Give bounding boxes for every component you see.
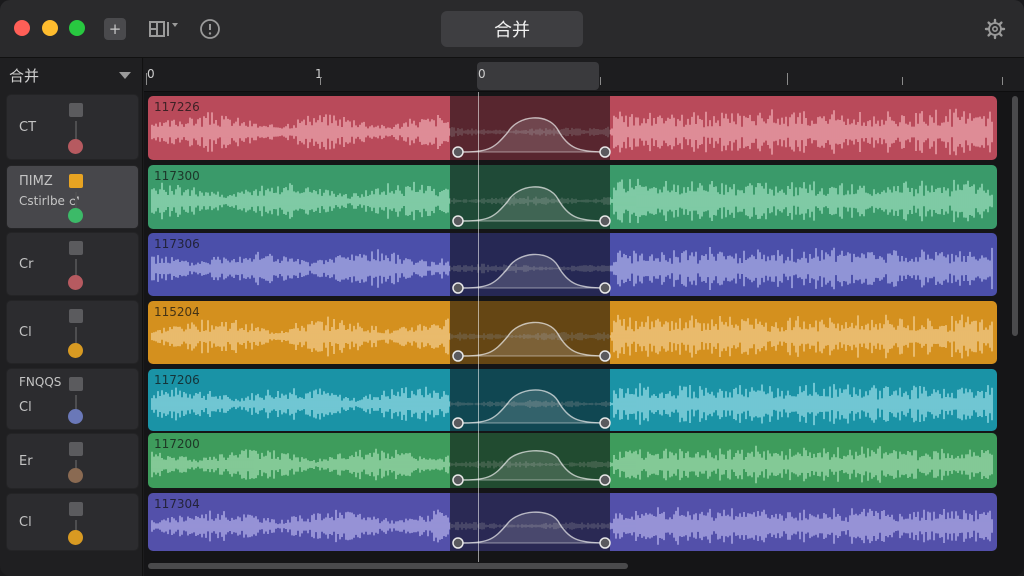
track-name: Cr xyxy=(19,257,34,272)
track-solo-toggle[interactable] xyxy=(69,174,83,188)
track-name: Cl xyxy=(19,400,32,415)
track-header[interactable]: Er xyxy=(6,433,139,489)
window-title: 合并 xyxy=(441,11,583,47)
track-solo-toggle[interactable] xyxy=(69,103,83,117)
crossfade-handle[interactable] xyxy=(452,474,464,486)
plus-icon: + xyxy=(108,20,122,38)
track-solo-toggle[interactable] xyxy=(69,241,83,255)
ruler-label: 1 xyxy=(315,67,323,81)
ruler-tick xyxy=(1002,77,1003,85)
crossfade-handle[interactable] xyxy=(599,537,611,549)
crossfade-handle[interactable] xyxy=(599,417,611,429)
track-sublabel: Cstirlbe ♂ xyxy=(19,194,80,208)
chevron-down-icon xyxy=(119,71,131,79)
crossfade-handle[interactable] xyxy=(452,215,464,227)
crossfade-handle[interactable] xyxy=(452,146,464,158)
waveform xyxy=(151,433,993,488)
playhead-region[interactable] xyxy=(477,62,599,90)
time-ruler[interactable]: 0 1 0 xyxy=(144,58,1024,92)
track-color-dot[interactable] xyxy=(68,275,83,290)
clip-label: 117304 xyxy=(154,497,200,511)
title-bar: + 合并 xyxy=(0,0,1024,58)
layout-button[interactable] xyxy=(148,18,182,40)
track-color-dot[interactable] xyxy=(68,208,83,223)
track-color-dot[interactable] xyxy=(68,409,83,424)
track-name: CT xyxy=(19,120,37,135)
track-solo-toggle[interactable] xyxy=(69,377,83,391)
track-name: Er xyxy=(19,454,33,469)
info-icon xyxy=(200,19,220,39)
track-sublabel: FNQQS xyxy=(19,375,62,389)
track-solo-toggle[interactable] xyxy=(69,309,83,323)
crossfade-handle[interactable] xyxy=(452,417,464,429)
ruler-tick xyxy=(902,77,903,85)
track-sidebar: 合并 CT Cstirlbe ♂ ПIMZ Cr Cl FNQQS Cl Er Cl xyxy=(0,58,143,576)
clip-label: 117306 xyxy=(154,237,200,251)
track-header[interactable]: Cl xyxy=(6,300,139,364)
waveform xyxy=(151,369,993,431)
ruler-tick xyxy=(320,77,321,85)
playhead[interactable] xyxy=(478,92,479,562)
crossfade-handle[interactable] xyxy=(599,474,611,486)
audio-clip[interactable]: 117206 xyxy=(148,369,997,431)
crossfade-handle[interactable] xyxy=(599,215,611,227)
app-window: + 合并 合并 CT Cstirlbe ♂ ПIMZ Cr Cl FNQQS C… xyxy=(0,0,1024,576)
track-connector xyxy=(75,121,77,141)
audio-clip[interactable]: 117304 xyxy=(148,493,997,551)
crossfade-handle[interactable] xyxy=(599,146,611,158)
add-track-button[interactable]: + xyxy=(104,18,126,40)
track-solo-toggle[interactable] xyxy=(69,502,83,516)
crossfade-handle[interactable] xyxy=(599,282,611,294)
track-header[interactable]: Cstirlbe ♂ ПIMZ xyxy=(6,165,139,229)
settings-button[interactable] xyxy=(982,18,1008,40)
track-name: ПIMZ xyxy=(19,174,53,189)
sidebar-title: 合并 xyxy=(9,66,40,85)
waveform xyxy=(151,233,993,296)
audio-clip[interactable]: 117226 xyxy=(148,96,997,160)
audio-clip[interactable]: 117200 xyxy=(148,433,997,488)
ruler-label: 0 xyxy=(478,67,486,81)
waveform xyxy=(151,96,993,160)
track-name: Cl xyxy=(19,515,32,530)
ruler-tick xyxy=(146,73,147,85)
maximize-window-button[interactable] xyxy=(69,20,85,36)
ruler-tick xyxy=(600,77,601,85)
layout-icon xyxy=(149,21,178,37)
minimize-window-button[interactable] xyxy=(42,20,58,36)
crossfade-handle[interactable] xyxy=(599,350,611,362)
vertical-scrollbar[interactable] xyxy=(1012,96,1018,336)
ruler-label: 0 xyxy=(147,67,155,81)
waveform xyxy=(151,493,993,551)
audio-clip[interactable]: 115204 xyxy=(148,301,997,364)
track-color-dot[interactable] xyxy=(68,139,83,154)
close-window-button[interactable] xyxy=(14,20,30,36)
crossfade-handle[interactable] xyxy=(452,350,464,362)
track-header[interactable]: Cl xyxy=(6,493,139,551)
track-name: Cl xyxy=(19,325,32,340)
sidebar-header[interactable]: 合并 xyxy=(0,58,143,92)
audio-clip[interactable]: 117300 xyxy=(148,165,997,229)
clip-label: 117200 xyxy=(154,437,200,451)
track-header[interactable]: CT xyxy=(6,94,139,160)
track-color-dot[interactable] xyxy=(68,468,83,483)
track-header[interactable]: Cr xyxy=(6,232,139,296)
track-header[interactable]: FNQQS Cl xyxy=(6,368,139,430)
track-color-dot[interactable] xyxy=(68,343,83,358)
clip-label: 117226 xyxy=(154,100,200,114)
clip-label: 117300 xyxy=(154,169,200,183)
waveform xyxy=(151,165,993,229)
gear-icon xyxy=(984,18,1006,40)
ruler-tick xyxy=(787,73,788,85)
info-button[interactable] xyxy=(198,18,222,40)
horizontal-scrollbar[interactable] xyxy=(148,563,628,569)
timeline: 0 1 0 117226 117300 117306 115204 117206 1172… xyxy=(144,58,1024,576)
clip-label: 117206 xyxy=(154,373,200,387)
crossfade-handle[interactable] xyxy=(452,537,464,549)
track-solo-toggle[interactable] xyxy=(69,442,83,456)
clip-label: 115204 xyxy=(154,305,200,319)
track-color-dot[interactable] xyxy=(68,530,83,545)
crossfade-handle[interactable] xyxy=(452,282,464,294)
waveform xyxy=(151,301,993,364)
audio-clip[interactable]: 117306 xyxy=(148,233,997,296)
